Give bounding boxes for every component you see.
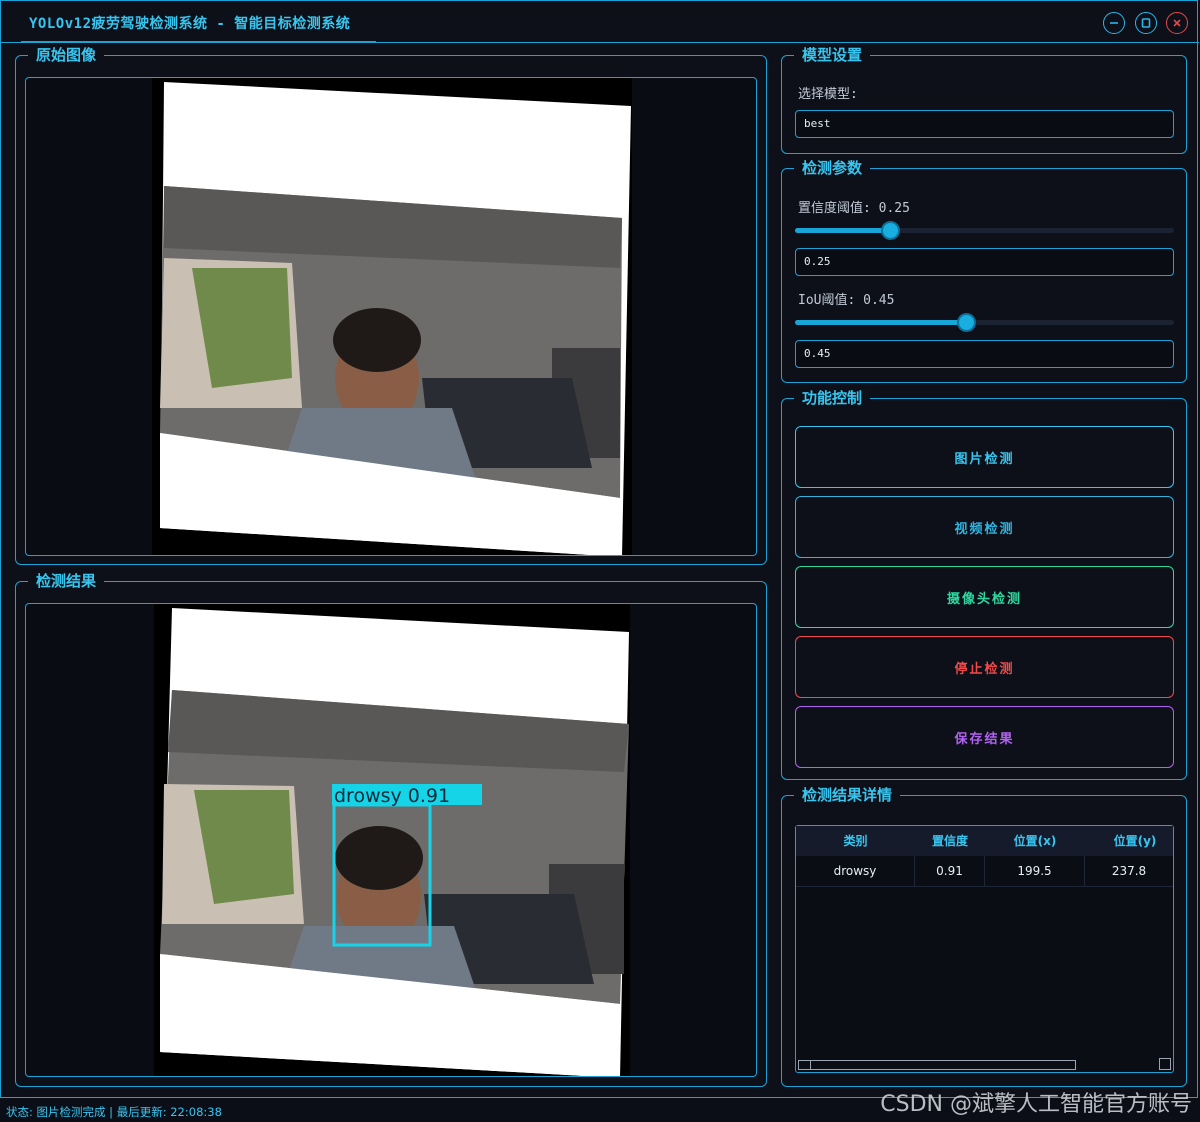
result-image: drowsy 0.91 [154,604,630,1076]
title-bar[interactable]: YOLOv12疲劳驾驶检测系统 - 智能目标检测系统 [1,1,1199,43]
original-image-title: 原始图像 [28,46,105,64]
result-image-view: drowsy 0.91 [25,603,757,1077]
model-select[interactable]: best [795,110,1174,138]
watermark: CSDN @斌擎人工智能官方账号 [880,1092,1192,1117]
model-settings-group: 模型设置 [781,46,1187,154]
column-header-x[interactable]: 位置(x) [985,826,1085,856]
close-button[interactable] [1166,12,1188,34]
cell-x: 199.5 [985,856,1085,886]
result-details-title: 检测结果详情 [794,786,901,804]
table-row[interactable]: drowsy 0.91 199.5 237.8 [796,856,1173,887]
iou-slider[interactable] [795,315,1174,330]
model-settings-title: 模型设置 [794,46,871,64]
detection-label: drowsy 0.91 [334,785,450,807]
function-control-title: 功能控制 [794,389,871,407]
close-icon [1173,19,1181,27]
title-underline [21,41,376,43]
scrollbar-corner [1159,1058,1171,1070]
iou-slider-fill [795,320,966,325]
detection-params-title: 检测参数 [794,159,871,177]
horizontal-scrollbar[interactable] [798,1060,1076,1070]
column-header-confidence[interactable]: 置信度 [915,826,985,856]
confidence-slider[interactable] [795,223,1174,238]
minimize-icon [1110,22,1118,24]
confidence-slider-fill [795,228,890,233]
confidence-input[interactable]: 0.25 [795,248,1174,276]
status-bar: 状态: 图片检测完成 | 最后更新: 22:08:38 [6,1105,222,1119]
save-result-button[interactable]: 保存结果 [795,706,1174,768]
camera-detect-button[interactable]: 摄像头检测 [795,566,1174,628]
minimize-button[interactable] [1103,12,1125,34]
result-image-title: 检测结果 [28,572,105,590]
confidence-label: 置信度阈值: 0.25 [798,201,910,216]
video-detect-button[interactable]: 视频检测 [795,496,1174,558]
original-image [152,78,632,555]
iou-input[interactable]: 0.45 [795,340,1174,368]
window-title: YOLOv12疲劳驾驶检测系统 - 智能目标检测系统 [29,16,351,32]
stop-detect-button[interactable]: 停止检测 [795,636,1174,698]
iou-slider-handle[interactable] [959,315,974,330]
image-detect-button[interactable]: 图片检测 [795,426,1174,488]
model-select-label: 选择模型: [798,87,858,102]
column-header-y[interactable]: 位置(y) [1085,826,1185,856]
app-window: YOLOv12疲劳驾驶检测系统 - 智能目标检测系统 原始图像 检测结果 dro… [0,0,1199,1098]
result-table[interactable]: 类别 置信度 位置(x) 位置(y) drowsy 0.91 199.5 237… [795,825,1174,1073]
confidence-slider-handle[interactable] [883,223,898,238]
scrollbar-left-arrow[interactable] [800,1061,811,1069]
cell-class: drowsy [796,856,915,886]
table-header: 类别 置信度 位置(x) 位置(y) [796,826,1173,856]
original-image-view [25,77,757,556]
maximize-icon [1141,18,1151,28]
maximize-button[interactable] [1135,12,1157,34]
iou-label: IoU阈值: 0.45 [798,293,895,308]
cell-y: 237.8 [1111,864,1147,878]
cell-confidence: 0.91 [915,856,985,886]
column-header-class[interactable]: 类别 [796,826,915,856]
